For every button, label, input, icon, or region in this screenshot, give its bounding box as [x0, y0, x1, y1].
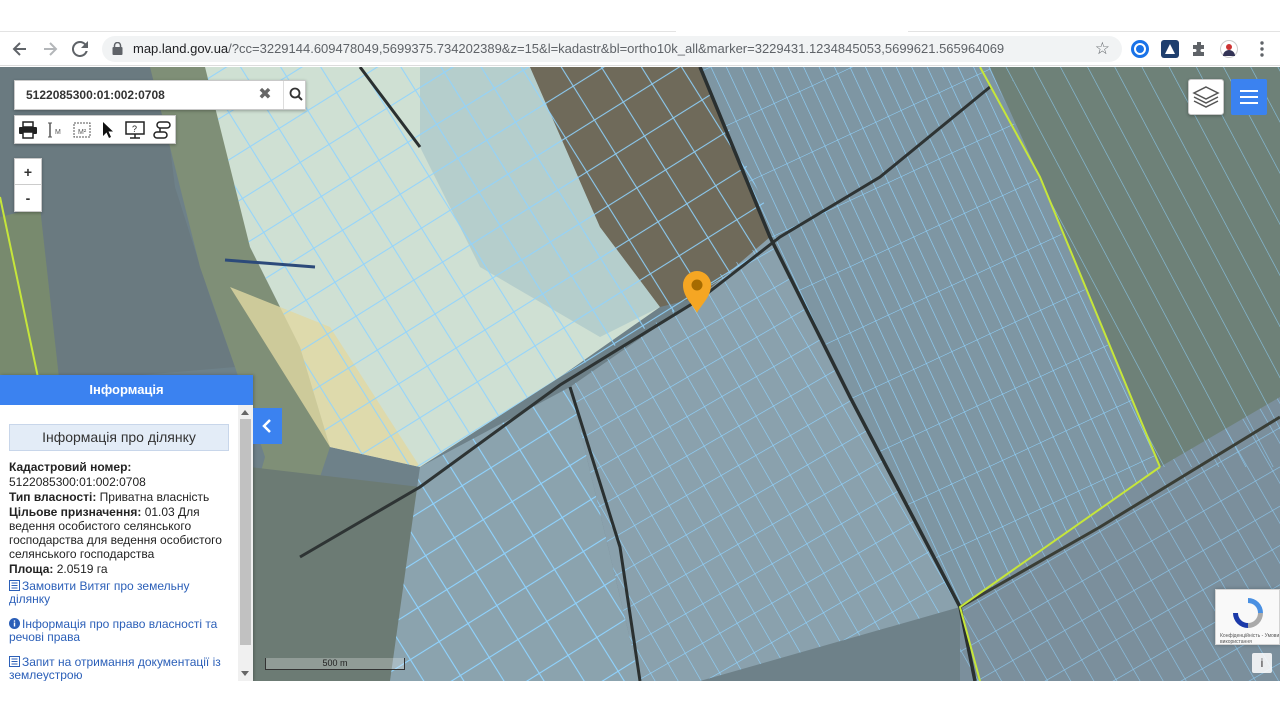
cadastral-number-value: 5122085300:01:002:0708 [9, 475, 146, 489]
browser-menu-icon[interactable] [1250, 37, 1274, 61]
cadastral-search-input[interactable] [15, 81, 247, 109]
url-text: map.land.gov.ua/?cc=3229144.609478049,56… [133, 41, 1004, 56]
order-extract-label: Замовити Витяг про земельну ділянку [9, 579, 190, 606]
scroll-up-icon[interactable] [241, 410, 249, 415]
documentation-request-link[interactable]: Запит на отримання документації із земле… [9, 656, 229, 681]
lock-icon [112, 42, 123, 55]
url-host: map.land.gov.ua [133, 41, 229, 56]
layers-icon [1192, 86, 1220, 108]
area-label: Площа: [9, 562, 54, 576]
url-path: /?cc=3229144.609478049,5699375.734202389… [228, 41, 1005, 56]
tab-strip [0, 0, 1280, 32]
parcel-info-title: Інформація про ділянку [9, 424, 229, 451]
ownership-info-label: Інформація про право власності та речові… [9, 617, 218, 644]
identify-icon[interactable]: ? [122, 116, 149, 143]
extensions-puzzle-icon[interactable] [1190, 40, 1208, 58]
info-panel-header: Інформація [0, 375, 253, 405]
purpose-label: Цільове призначення: [9, 505, 142, 519]
search-icon [289, 87, 303, 101]
route-icon[interactable] [148, 116, 175, 143]
document-icon [9, 580, 20, 591]
bookmark-star-icon[interactable]: ☆ [1095, 39, 1110, 59]
ownership-info-link[interactable]: Інформація про право власності та речові… [9, 618, 229, 644]
chevron-left-icon [262, 419, 271, 433]
scroll-down-icon[interactable] [241, 671, 249, 676]
ownership-type-value: Приватна власність [99, 490, 210, 504]
order-extract-link[interactable]: Замовити Витяг про земельну ділянку [9, 580, 229, 606]
recaptcha-text: Конфіденційність - Умови використання [1220, 633, 1280, 645]
measure-area-icon[interactable]: M² [68, 116, 95, 143]
pointer-icon[interactable] [95, 116, 122, 143]
map-tools: M M² ? [14, 115, 176, 144]
scale-bar: 500 m [265, 658, 405, 670]
extension-2-icon[interactable] [1161, 40, 1179, 58]
info-panel-body: Інформація про ділянку Кадастровий номер… [0, 405, 238, 681]
recaptcha-icon [1233, 598, 1263, 628]
hamburger-icon [1240, 90, 1258, 104]
info-panel: Інформація Інформація про ділянку Кадаст… [0, 375, 253, 681]
recaptcha-badge[interactable]: Конфіденційність - Умови використання [1215, 589, 1280, 645]
scroll-thumb[interactable] [240, 419, 251, 645]
extension-icon[interactable] [1131, 40, 1149, 58]
print-icon[interactable] [15, 116, 42, 143]
svg-text:M²: M² [78, 129, 87, 136]
ownership-type-label: Тип власності: [9, 490, 97, 504]
zoom-out-button[interactable]: - [15, 185, 41, 211]
measure-distance-icon[interactable]: M [42, 116, 69, 143]
page-bottom [0, 681, 1280, 720]
forward-icon[interactable] [38, 37, 62, 61]
document-icon [9, 656, 20, 667]
area-value: 2.0519 га [56, 562, 108, 576]
search-button[interactable] [283, 81, 307, 109]
attribution-info-button[interactable]: i [1252, 653, 1272, 673]
menu-button[interactable] [1231, 79, 1267, 115]
parcel-details: Кадастровий номер: 5122085300:01:002:070… [9, 460, 229, 576]
documentation-request-label: Запит на отримання документації із земле… [9, 655, 221, 682]
svg-text:M: M [55, 129, 61, 136]
info-panel-scrollbar[interactable] [238, 405, 253, 681]
browser-toolbar: map.land.gov.ua/?cc=3229144.609478049,56… [0, 32, 1280, 66]
info-circle-icon [9, 618, 20, 629]
clear-search-icon[interactable]: ✖ [255, 85, 275, 105]
layers-button[interactable] [1188, 79, 1224, 115]
reload-icon[interactable] [68, 37, 92, 61]
address-bar[interactable]: map.land.gov.ua/?cc=3229144.609478049,56… [102, 36, 1122, 62]
profile-avatar-icon[interactable] [1220, 40, 1238, 58]
back-icon[interactable] [8, 37, 32, 61]
cadastral-number-label: Кадастровий номер: [9, 460, 132, 474]
collapse-panel-button[interactable] [253, 408, 282, 444]
zoom-control: + - [14, 158, 42, 212]
cadastral-search: ✖ [14, 80, 306, 110]
zoom-in-button[interactable]: + [15, 159, 41, 185]
svg-text:?: ? [132, 124, 137, 134]
